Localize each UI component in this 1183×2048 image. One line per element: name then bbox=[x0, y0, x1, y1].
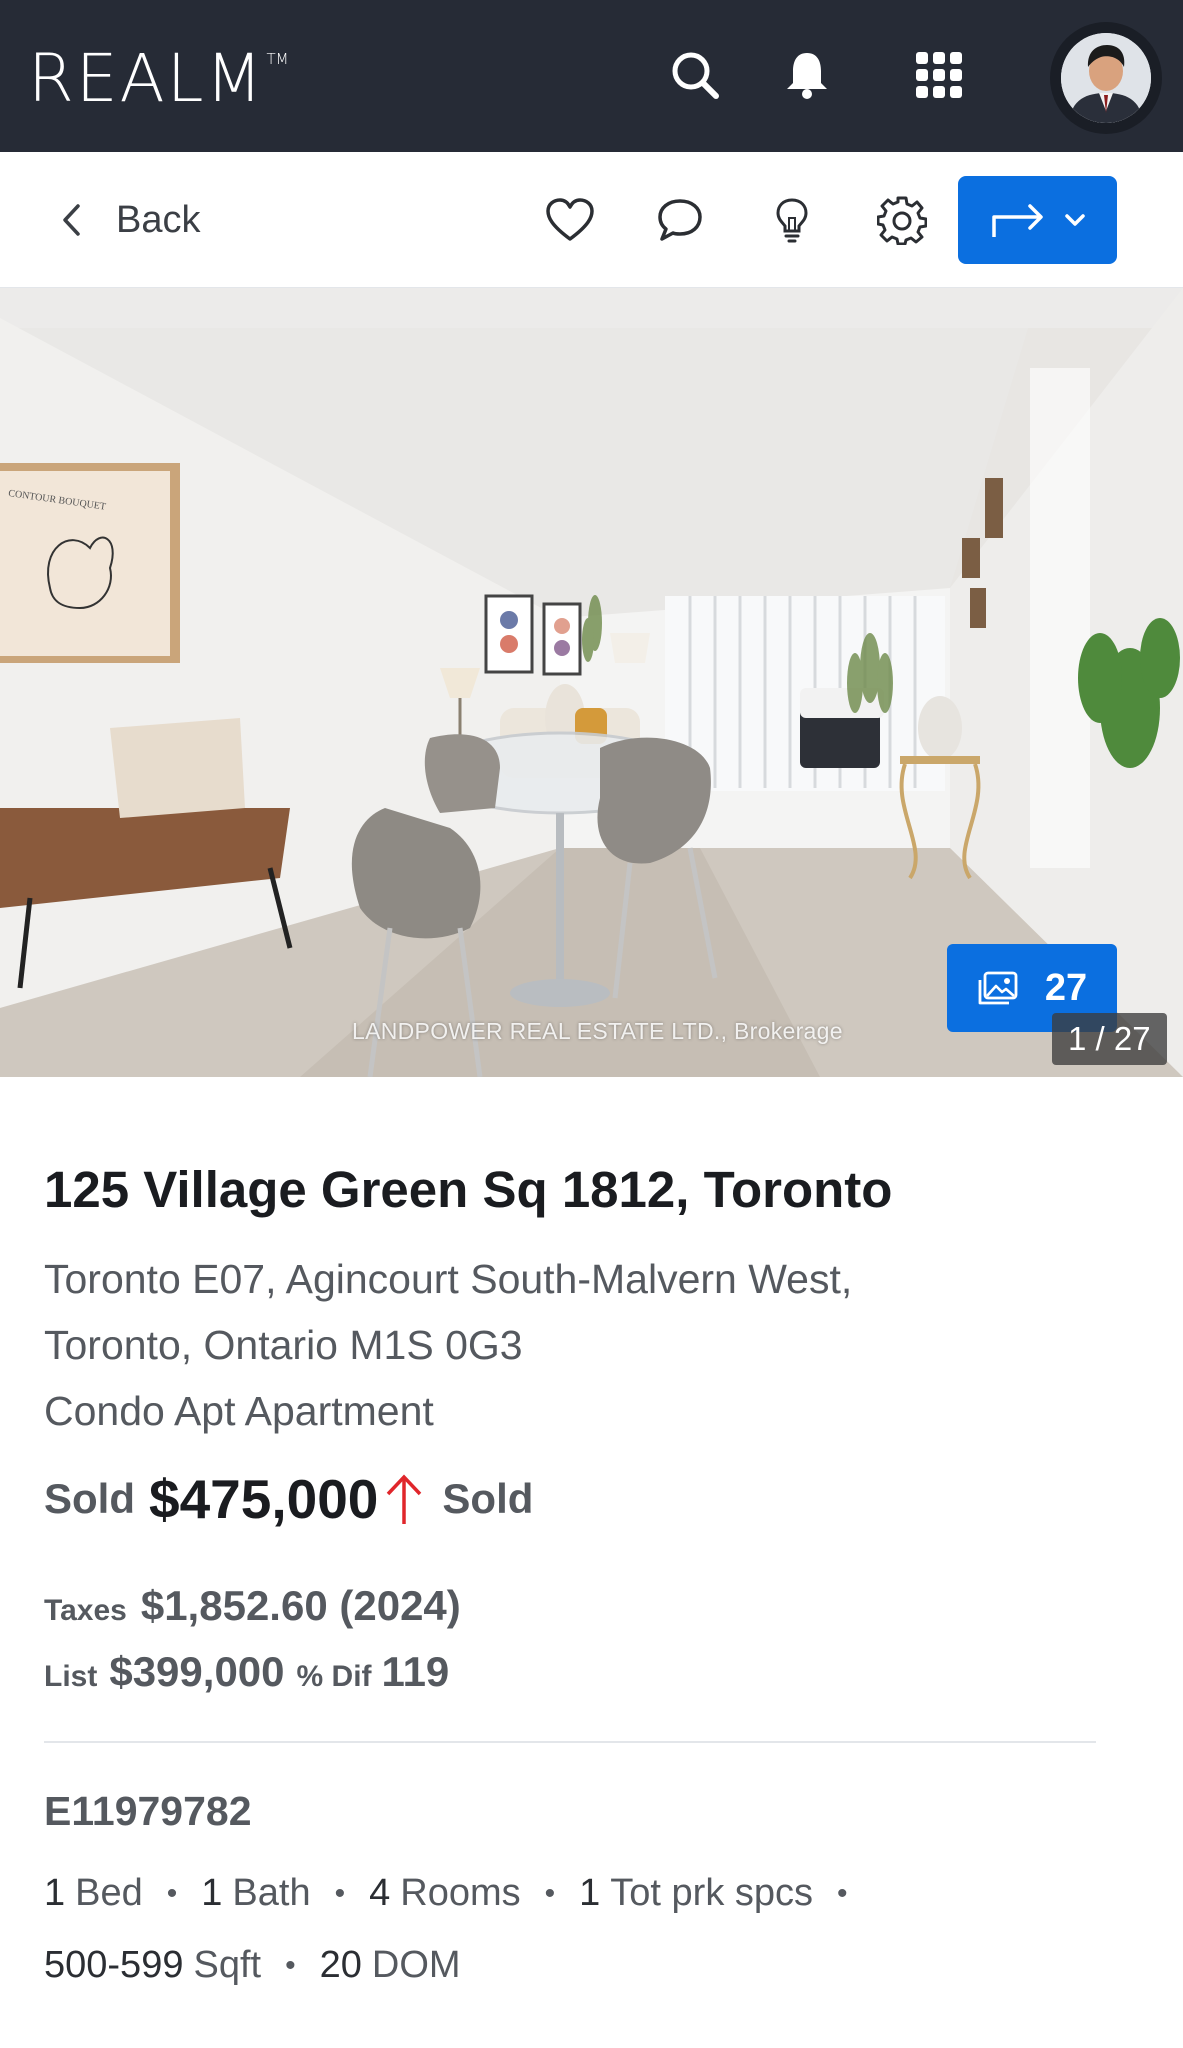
facts-row-1: 1 Bed • 1 Bath • 4 Rooms • 1 Tot prk spc… bbox=[44, 1872, 872, 1915]
percent-diff-value: 119 bbox=[381, 1648, 450, 1695]
parking-unit: Tot prk spcs bbox=[610, 1872, 814, 1914]
sqft-unit: Sqft bbox=[193, 1944, 262, 1986]
percent-diff-label: % Dif bbox=[296, 1660, 372, 1693]
divider bbox=[44, 1741, 1096, 1743]
chevron-left-icon bbox=[63, 204, 80, 236]
taxes-label: Taxes bbox=[44, 1594, 127, 1627]
list-label: List bbox=[44, 1660, 98, 1693]
rooms-count: 4 bbox=[369, 1872, 391, 1914]
chevron-down-icon bbox=[1064, 214, 1085, 226]
heart-icon[interactable] bbox=[538, 188, 602, 252]
listing-photo[interactable]: CONTOUR BOUQUET 27 LANDPOWER REAL ESTATE… bbox=[0, 288, 1183, 1077]
address-line-1: Toronto E07, Agincourt South-Malvern Wes… bbox=[44, 1256, 853, 1302]
user-avatar-button[interactable] bbox=[1050, 22, 1162, 134]
sqft-range: 500-599 bbox=[44, 1944, 184, 1986]
chat-bubble-icon[interactable] bbox=[648, 188, 712, 252]
logo-text: REALM bbox=[28, 40, 265, 117]
share-icon bbox=[991, 204, 1043, 237]
separator-dot: • bbox=[334, 1876, 346, 1910]
facts-row-2: 500-599 Sqft • 20 DOM bbox=[44, 1944, 461, 1987]
share-button[interactable] bbox=[958, 176, 1117, 264]
search-icon[interactable] bbox=[662, 42, 728, 108]
baths-unit: Bath bbox=[232, 1872, 311, 1914]
listing-toolbar: Back bbox=[0, 152, 1183, 288]
apps-grid-icon[interactable] bbox=[906, 42, 972, 108]
avatar bbox=[1061, 33, 1151, 123]
separator-dot: • bbox=[837, 1876, 848, 1910]
listing-title: 125 Village Green Sq 1812, Toronto bbox=[44, 1161, 893, 1218]
status-text: Sold bbox=[442, 1475, 534, 1522]
realm-logo[interactable]: REALM TM bbox=[28, 44, 289, 114]
back-button[interactable]: Back bbox=[60, 188, 200, 252]
arrow-up-icon bbox=[387, 1474, 422, 1524]
beds-count: 1 bbox=[44, 1872, 66, 1914]
taxes-row: Taxes $1,852.60 (2024) bbox=[44, 1582, 461, 1642]
list-price-row: List $399,000 % Dif 119 bbox=[44, 1648, 449, 1708]
lightbulb-icon[interactable] bbox=[760, 188, 824, 252]
taxes-value: $1,852.60 (2024) bbox=[140, 1582, 461, 1629]
price-label: Sold bbox=[44, 1475, 135, 1522]
beds-unit: Bed bbox=[75, 1872, 143, 1914]
dom-unit: DOM bbox=[371, 1944, 461, 1986]
app-bar: REALM TM bbox=[0, 0, 1183, 152]
logo-trademark: TM bbox=[266, 50, 289, 68]
photo-counter: 1 / 27 bbox=[1052, 1013, 1167, 1065]
back-label: Back bbox=[116, 198, 201, 241]
price-row: Sold $475,000 Sold bbox=[44, 1464, 533, 1534]
separator-dot: • bbox=[166, 1876, 178, 1910]
baths-count: 1 bbox=[201, 1872, 223, 1914]
parking-count: 1 bbox=[579, 1872, 601, 1914]
dom-count: 20 bbox=[319, 1944, 362, 1986]
property-type: Condo Apt Apartment bbox=[44, 1388, 434, 1434]
gallery-count: 27 bbox=[1044, 966, 1088, 1009]
separator-dot: • bbox=[285, 1948, 296, 1982]
separator-dot: • bbox=[544, 1876, 556, 1910]
list-price-value: $399,000 bbox=[109, 1648, 285, 1695]
sold-price: $475,000 bbox=[149, 1468, 379, 1530]
address-line-2: Toronto, Ontario M1S 0G3 bbox=[44, 1322, 523, 1368]
mls-number: E11979782 bbox=[44, 1788, 252, 1834]
rooms-unit: Rooms bbox=[400, 1872, 521, 1914]
photo-watermark: LANDPOWER REAL ESTATE LTD., Brokerage bbox=[352, 1018, 843, 1044]
bell-icon[interactable] bbox=[774, 42, 840, 108]
gear-icon[interactable] bbox=[870, 188, 934, 252]
image-gallery-icon bbox=[978, 971, 1018, 1005]
